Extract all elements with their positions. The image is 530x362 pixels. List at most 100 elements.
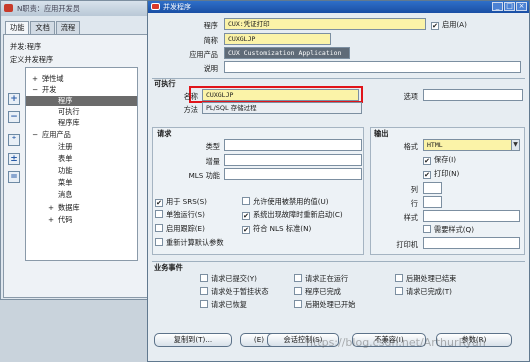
increment-label: 增量 [205, 157, 220, 166]
program-field[interactable]: CUX:凭证打印 [224, 18, 426, 30]
tab-processes[interactable]: 流程 [55, 21, 81, 34]
short-name-field[interactable]: CUXGLJP [224, 33, 331, 45]
enable-trace-checkbox[interactable]: 启用跟踪(E) [155, 224, 205, 234]
recalc-defaults-label: 重新计算默认参数 [166, 238, 224, 247]
nls-compliant-checkbox[interactable]: ✔ 符合 NLS 标准(N) [242, 224, 311, 234]
tab-functions[interactable]: 功能 [5, 21, 30, 34]
tree-item[interactable]: 菜单 [58, 178, 137, 188]
minimize-icon[interactable]: _ [492, 2, 503, 11]
format-dropdown[interactable]: HTML [423, 139, 520, 151]
collapse-icon[interactable]: − [8, 111, 20, 123]
save-checkbox[interactable]: ✔ 保存(I) [423, 155, 456, 165]
event-checkbox[interactable]: 后期处理已开始 [294, 300, 355, 310]
window-title: 并发程序 [163, 3, 191, 11]
copy-to-button[interactable]: 复制到(T)... [154, 333, 232, 347]
checkbox-box [242, 197, 250, 205]
check-icon: ✔ [431, 22, 439, 30]
executable-section-title: 可执行 [154, 79, 176, 88]
tab-documents[interactable]: 文档 [30, 21, 55, 34]
tree-expander[interactable]: + [48, 215, 54, 224]
maximize-icon[interactable]: □ [504, 2, 515, 11]
function-tree[interactable]: + 弹性域 − 开发 程序 可执行 程序库 − 应用产品 注册 表单 功能 菜单… [25, 67, 138, 261]
app-icon [4, 4, 13, 12]
use-in-srs-checkbox[interactable]: ✔ 用于 SRS(S) [155, 197, 207, 207]
run-alone-checkbox[interactable]: 单独运行(S) [155, 210, 205, 220]
type-field[interactable] [224, 139, 362, 151]
event-checkbox[interactable]: 请求正在运行 [294, 274, 348, 284]
short-name-label: 简称 [203, 36, 218, 45]
main-titlebar: 并发程序 _ □ × [148, 1, 529, 13]
recalc-defaults-checkbox[interactable]: 重新计算默认参数 [155, 238, 224, 248]
tree-item[interactable]: 注册 [58, 142, 137, 152]
enabled-label: 启用(A) [442, 20, 467, 29]
allow-disabled-label: 允许使用被禁用的值(U) [253, 197, 329, 206]
expand-all-icon[interactable]: ⁺ [8, 134, 20, 146]
style-field[interactable] [423, 210, 520, 222]
events-section-title: 业务事件 [154, 263, 183, 272]
checkbox-box [395, 287, 403, 295]
check-icon: ✔ [242, 212, 250, 220]
increment-field[interactable] [224, 154, 362, 166]
tree-item[interactable]: 程序库 [58, 118, 137, 128]
event-checkbox[interactable]: 后期处理已结束 [395, 274, 456, 284]
exe-name-field[interactable]: CUXGLJP [202, 89, 359, 101]
request-section-title: 请求 [157, 129, 172, 138]
nls-compliant-label: 符合 NLS 标准(N) [253, 224, 312, 233]
print-checkbox[interactable]: ✔ 打印(N) [423, 169, 459, 179]
tree-item-selected[interactable]: 程序 [26, 96, 137, 106]
event-checkbox[interactable]: 请求已完成(T) [395, 287, 452, 297]
event-label: 请求已恢复 [211, 300, 247, 309]
close-icon[interactable]: × [516, 2, 527, 11]
tree-item[interactable]: 开发 [42, 85, 137, 95]
tree-expander[interactable]: − [32, 85, 38, 94]
restart-checkbox[interactable]: ✔ 系统出现故障时重新启动(C) [242, 210, 343, 220]
enabled-checkbox[interactable]: ✔ 启用(A) [431, 20, 467, 30]
run-alone-label: 单独运行(S) [166, 210, 205, 219]
mls-label: MLS 功能 [188, 171, 220, 180]
options-label: 选项 [403, 92, 418, 101]
rows-field[interactable] [423, 196, 442, 208]
type-label: 类型 [205, 142, 220, 151]
event-checkbox[interactable]: 请求处于暂挂状态 [200, 287, 269, 297]
event-label: 请求处于暂挂状态 [211, 287, 269, 296]
columns-field[interactable] [423, 182, 442, 194]
expand-branch-icon[interactable]: ± [8, 153, 20, 165]
collapse-all-icon[interactable]: = [8, 171, 20, 183]
application-field[interactable]: CUX Customization Application [224, 47, 350, 59]
tree-item[interactable]: 数据库 [58, 203, 137, 213]
exe-method-field[interactable]: PL/SQL 存储过程 [202, 102, 362, 114]
tree-expander[interactable]: + [32, 74, 38, 83]
tree-item[interactable]: 功能 [58, 166, 137, 176]
tree-expander[interactable]: + [48, 203, 54, 212]
event-checkbox[interactable]: 请求已恢复 [200, 300, 247, 310]
style-required-checkbox[interactable]: 需要样式(Q) [423, 225, 474, 235]
allow-disabled-checkbox[interactable]: 允许使用被禁用的值(U) [242, 197, 329, 207]
event-checkbox[interactable]: 程序已完成 [294, 287, 341, 297]
tree-item[interactable]: 表单 [58, 154, 137, 164]
exe-method-label: 方法 [183, 105, 198, 114]
check-icon: ✔ [155, 199, 163, 207]
tree-item[interactable]: 应用产品 [42, 130, 137, 140]
tree-expander[interactable]: − [32, 130, 38, 139]
navigator-title: N职责：应用开发员 [17, 4, 80, 13]
checkbox-box [200, 287, 208, 295]
description-field[interactable] [224, 61, 521, 73]
mls-field[interactable] [224, 168, 362, 180]
tree-item[interactable]: 弹性域 [42, 74, 137, 84]
options-field[interactable] [423, 89, 523, 101]
printer-field[interactable] [423, 237, 520, 249]
format-label: 格式 [403, 142, 418, 151]
event-checkbox[interactable]: 请求已提交(Y) [200, 274, 257, 284]
event-label: 后期处理已开始 [305, 300, 356, 309]
tree-item[interactable]: 消息 [58, 190, 137, 200]
restart-label: 系统出现故障时重新启动(C) [253, 210, 343, 219]
checkbox-box [155, 224, 163, 232]
save-label: 保存(I) [434, 155, 457, 164]
checkbox-box [200, 300, 208, 308]
expand-icon[interactable]: + [8, 93, 20, 105]
tree-item[interactable]: 可执行 [58, 107, 137, 117]
tree-item[interactable]: 代码 [58, 215, 137, 225]
chevron-down-icon[interactable]: ▼ [511, 140, 519, 150]
application-label: 应用产品 [189, 50, 218, 59]
check-icon: ✔ [242, 226, 250, 234]
